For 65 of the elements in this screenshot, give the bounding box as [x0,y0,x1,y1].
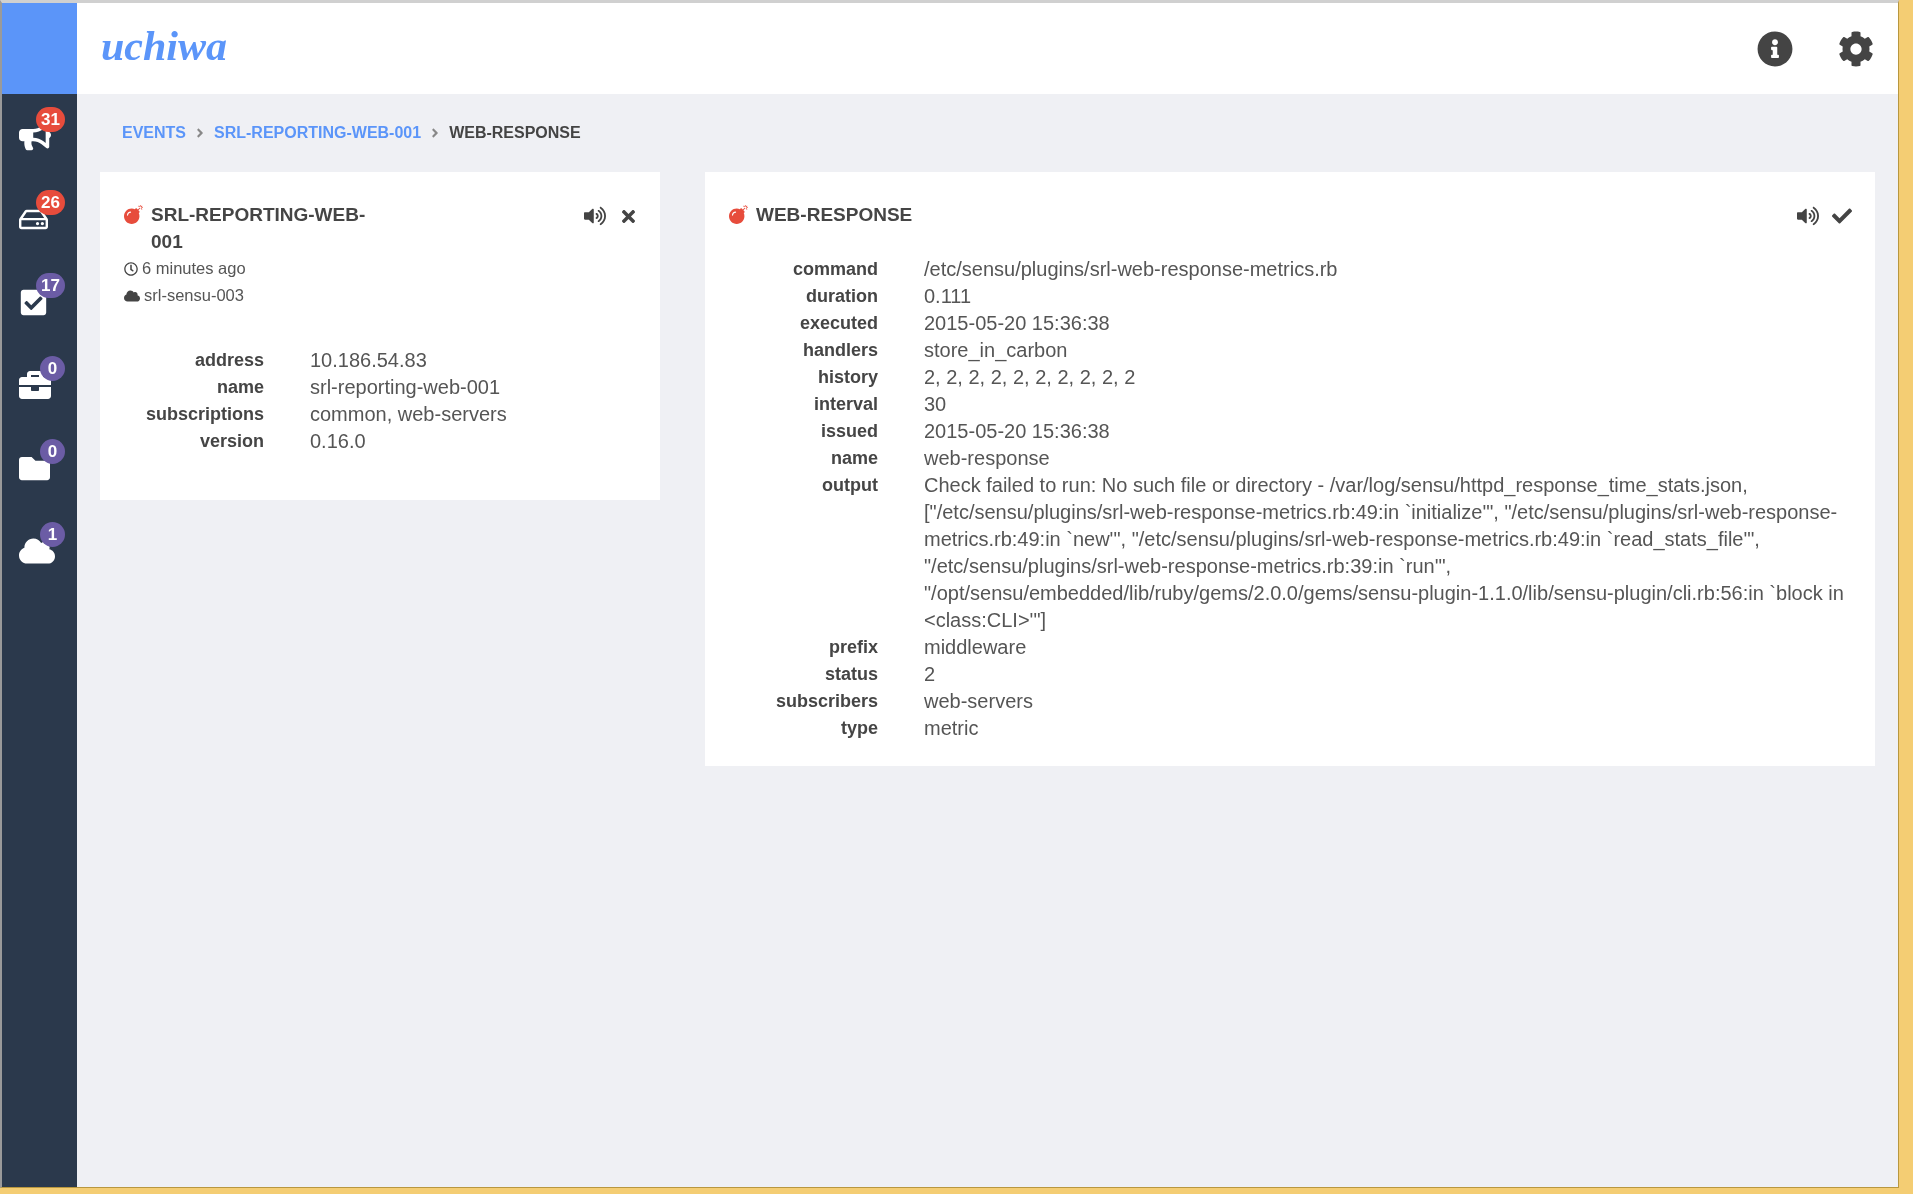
sidebar-nav-button[interactable]: 26 [2,177,77,260]
field-value: 10.186.54.83 [310,348,428,373]
field-value: 2 [924,662,937,687]
breadcrumb-link[interactable]: WEB-RESPONSE [449,123,581,143]
field-label: prefix [827,636,878,659]
field-label: executed [798,312,878,335]
field-value: srl-reporting-web-001 [310,375,502,400]
settings-button[interactable] [1838,30,1874,67]
resolve-button[interactable] [1832,206,1852,226]
count-badge: 26 [36,190,65,215]
field-label: address [193,349,264,372]
cloud-icon [124,287,140,304]
checkmark-icon [1832,206,1852,226]
field-label: subscriptions [144,403,264,426]
count-badge: 31 [36,107,65,132]
card-title: SRL-REPORTING-WEB-001 [151,203,367,254]
clock-icon [124,261,138,276]
field-value: 0.111 [924,284,973,309]
field-label: command [791,258,878,281]
sidebar-nav-button[interactable]: 0 [2,426,77,509]
bomb-icon [124,205,143,224]
field-label: type [840,717,878,740]
field-label: name [829,447,878,470]
field-label: handlers [801,339,878,362]
field-label: interval [812,393,878,416]
speaker-icon [1797,205,1819,227]
field-value: 30 [924,392,948,417]
silence-button[interactable] [584,205,606,227]
sidebar-nav-button[interactable]: 17 [2,260,77,343]
field-value: 0.16.0 [310,429,367,454]
field-value: 2, 2, 2, 2, 2, 2, 2, 2, 2, 2 [924,365,1137,390]
field-label: subscribers [774,690,878,713]
field-value: metric [924,716,980,741]
count-badge: 0 [40,356,65,381]
field-label: status [824,663,878,686]
bomb-icon [729,205,748,224]
field-value: store_in_carbon [924,338,1069,364]
speaker-icon [584,205,606,227]
count-badge: 1 [40,522,65,547]
field-label: issued [819,420,878,443]
silence-button[interactable] [1797,205,1819,227]
field-value: 2015-05-20 15:36:38 [924,311,1111,336]
field-value: middleware [924,635,1028,660]
field-label: output [821,474,878,497]
field-value: web-servers [924,689,1034,714]
field-label: version [198,430,264,453]
info-button[interactable] [1757,30,1793,67]
field-value: /etc/sensu/plugins/srl-web-response-metrics.rb [924,257,1339,282]
field-label: history [817,366,878,389]
field-value: web-response [924,446,1051,471]
sidebar-nav-button[interactable]: 1 [2,509,77,592]
app-logo: uchiwa [101,21,228,70]
sidebar-nav-button[interactable]: 31 [2,94,77,177]
card-title: WEB-RESPONSE [756,203,913,227]
field-value: common, web-servers [310,402,508,427]
settings-icon [1838,30,1874,67]
info-icon [1757,30,1793,67]
count-badge: 17 [36,273,65,298]
field-value: 2015-05-20 15:36:38 [924,419,1111,444]
field-label: name [215,376,264,399]
datacenter-text: srl-sensu-003 [144,285,244,306]
last-seen-text: 6 minutes ago [142,258,246,279]
sidebar-nav-button[interactable]: 0 [2,343,77,426]
count-badge: 0 [40,439,65,464]
field-label: duration [805,285,878,308]
